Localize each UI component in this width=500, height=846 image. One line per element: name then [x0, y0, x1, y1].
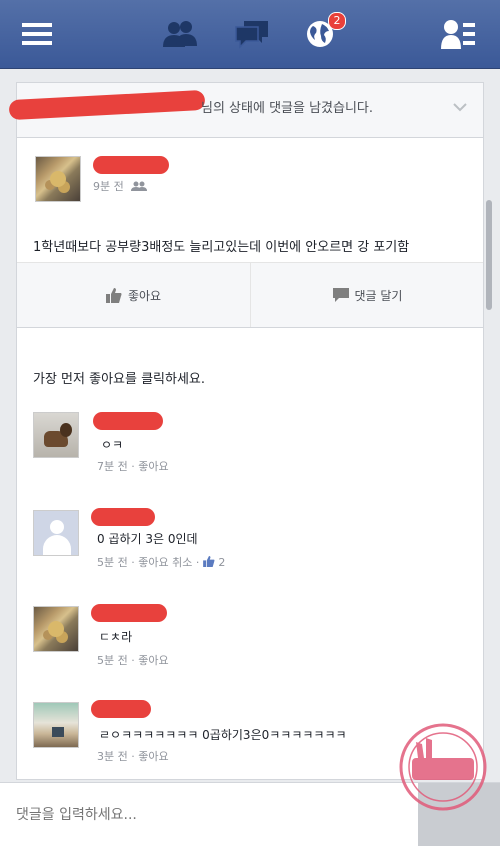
comment-meta: 3분 전 · 좋아요 — [97, 750, 169, 763]
comments-section: 가장 먼저 좋아요를 클릭하세요. ㅇㅋ 7분 전 · 좋아요 0 곱하기 3은… — [16, 328, 484, 780]
comment-time: 7분 전 — [97, 460, 128, 473]
scrollbar[interactable] — [486, 200, 492, 310]
status-post: 9분 전 1학년때보다 공부량3배정도 늘리고있는데 이번에 안오르면 강 포기… — [16, 138, 484, 328]
messages-icon[interactable] — [232, 14, 272, 54]
comment-meta: 5분 전 · 좋아요 취소 · 2 — [97, 556, 226, 569]
comment-like-link[interactable]: 좋아요 — [138, 654, 168, 667]
kin-watermark-logo — [398, 722, 488, 812]
comment-icon — [332, 288, 349, 302]
comment-meta: 7분 전 · 좋아요 — [97, 460, 169, 473]
comment-text: ㄹㅇㅋㅋㅋㅋㅋㅋㅋ 0곱하기3은0ㅋㅋㅋㅋㅋㅋㅋ — [99, 728, 347, 742]
comment-text: ㄷㅊ라 — [99, 630, 133, 644]
commenter-avatar[interactable] — [33, 510, 79, 556]
comment-time: 5분 전 — [97, 654, 128, 667]
like-label: 좋아요 — [127, 288, 162, 303]
thumbs-up-icon — [203, 556, 215, 567]
redacted-author-name — [93, 156, 169, 174]
notice-text: 님의 상태에 댓글을 남겼습니다. — [201, 101, 374, 116]
redacted-commenter-name — [93, 412, 163, 430]
comment-label: 댓글 달기 — [354, 288, 403, 303]
notification-badge: 2 — [328, 12, 346, 30]
post-time: 9분 전 — [93, 180, 124, 193]
redacted-name — [8, 89, 206, 121]
commenter-avatar[interactable] — [33, 606, 79, 652]
friends-audience-icon — [131, 181, 148, 191]
comment-text: ㅇㅋ — [101, 438, 124, 452]
comment-time: 3분 전 — [97, 750, 128, 763]
commenter-avatar[interactable] — [33, 412, 79, 458]
activity-notice: 님의 상태에 댓글을 남겼습니다. — [8, 82, 484, 138]
comment-meta: 5분 전 · 좋아요 — [97, 654, 169, 667]
comment-unlike-link[interactable]: 취소 — [172, 556, 192, 569]
redacted-commenter-name — [91, 508, 155, 526]
post-actions: 좋아요 댓글 달기 — [17, 262, 483, 327]
chevron-down-icon[interactable] — [453, 97, 467, 116]
redacted-commenter-name — [91, 604, 167, 622]
redacted-commenter-name — [91, 700, 151, 718]
commenter-avatar[interactable] — [33, 702, 79, 748]
post-meta: 9분 전 — [93, 178, 148, 194]
friend-requests-icon[interactable] — [160, 14, 200, 54]
comment-input[interactable] — [14, 801, 398, 829]
comment-time: 5분 전 — [97, 556, 128, 569]
comment-like-link[interactable]: 좋아요 — [138, 460, 168, 473]
author-avatar[interactable] — [35, 156, 81, 202]
top-navigation-bar: 2 — [0, 0, 500, 69]
notifications-globe-icon[interactable]: 2 — [302, 12, 346, 54]
first-like-prompt[interactable]: 가장 먼저 좋아요를 클릭하세요. — [33, 368, 205, 387]
friends-list-icon[interactable] — [440, 14, 476, 54]
post-text: 1학년때보다 공부량3배정도 늘리고있는데 이번에 안오르면 강 포기함 — [33, 240, 410, 255]
comment-like-link[interactable]: 좋아요 — [138, 556, 168, 569]
like-button[interactable]: 좋아요 — [17, 263, 250, 327]
comment-text: 0 곱하기 3은 0인데 — [97, 532, 198, 546]
menu-icon[interactable] — [22, 14, 52, 54]
comment-like-link[interactable]: 좋아요 — [138, 750, 168, 763]
comment-button[interactable]: 댓글 달기 — [250, 263, 484, 327]
thumbs-up-icon — [105, 287, 122, 303]
comment-like-count[interactable]: 2 — [218, 556, 225, 569]
